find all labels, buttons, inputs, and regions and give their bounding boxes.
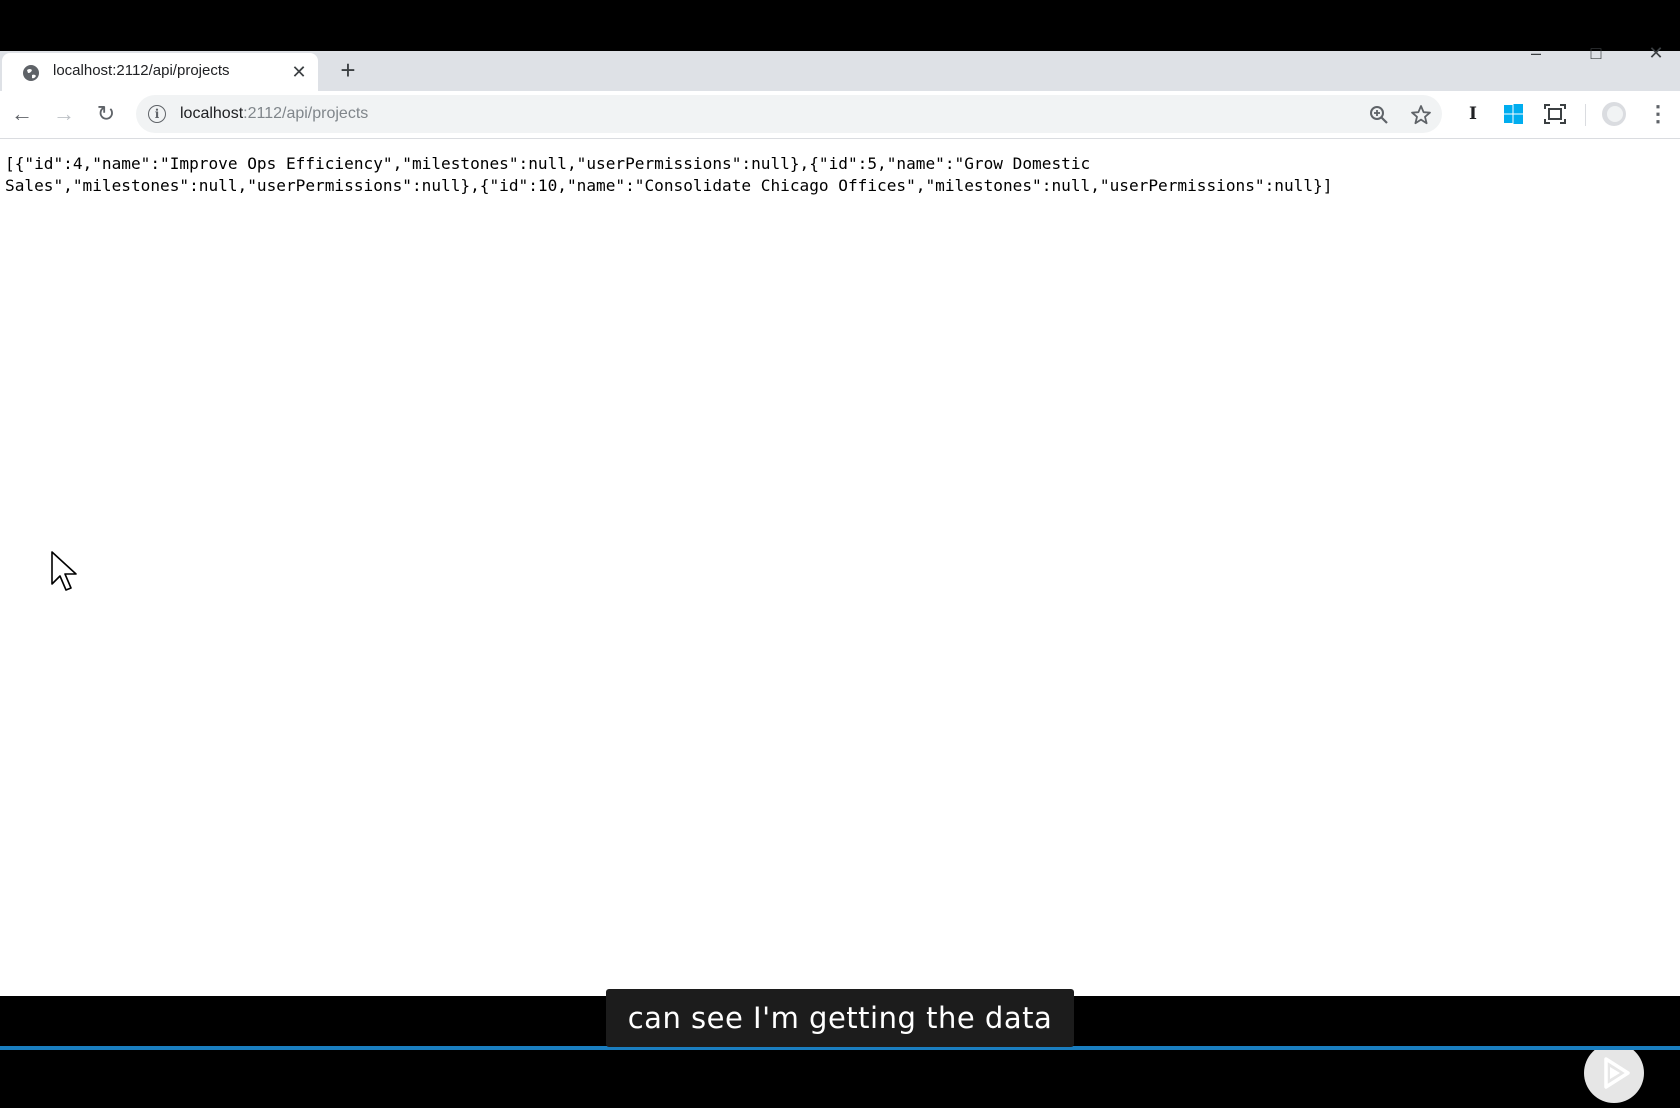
url-host: localhost (180, 105, 244, 122)
window-close-button[interactable]: ✕ (1638, 43, 1674, 63)
toolbar-separator (1585, 104, 1586, 126)
extension-i-icon[interactable]: I (1460, 101, 1486, 127)
video-play-button[interactable] (1584, 1043, 1644, 1103)
url-text[interactable]: localhost:2112/api/projects (180, 105, 368, 123)
page-viewport: [{"id":4,"name":"Improve Ops Efficiency"… (0, 139, 1680, 1103)
tab-close-icon[interactable]: ✕ (288, 61, 310, 83)
reload-button[interactable]: ↻ (91, 99, 121, 129)
forward-arrow-icon: → (53, 101, 75, 126)
tab-strip: localhost:2112/api/projects ✕ (0, 51, 1680, 91)
site-info-icon[interactable]: i (148, 105, 166, 123)
tab-active[interactable]: localhost:2112/api/projects ✕ (2, 53, 318, 91)
new-tab-button[interactable]: + (333, 55, 363, 85)
mouse-cursor-icon (51, 551, 77, 591)
zoom-icon[interactable] (1367, 103, 1391, 127)
minimize-button[interactable]: – (1518, 43, 1554, 63)
bookmark-star-icon[interactable] (1409, 103, 1433, 127)
windows-extension-icon[interactable] (1500, 101, 1526, 127)
subtitle-text: can see I'm getting the data (627, 1001, 1053, 1035)
maximize-button[interactable]: □ (1578, 43, 1614, 63)
screen-capture-icon[interactable] (1542, 101, 1568, 127)
menu-kebab-icon[interactable]: ⋮ (1645, 101, 1671, 127)
subtitle-box: can see I'm getting the data (606, 989, 1074, 1047)
json-response-text: [{"id":4,"name":"Improve Ops Efficiency"… (5, 154, 1333, 195)
back-arrow-icon: ← (11, 101, 33, 126)
forward-button[interactable]: → (49, 99, 79, 129)
video-top-bar (0, 0, 1680, 51)
play-icon (1604, 1057, 1630, 1089)
url-path: :2112/api/projects (243, 105, 369, 122)
globe-icon (23, 65, 39, 81)
reload-icon: ↻ (96, 101, 116, 126)
address-bar[interactable]: i localhost:2112/api/projects (136, 95, 1442, 133)
avatar[interactable] (1601, 101, 1627, 127)
tab-title: localhost:2112/api/projects (53, 62, 230, 79)
browser-toolbar: ← → ↻ i localhost:2112/api/projects I ⋮ (0, 91, 1680, 139)
back-button[interactable]: ← (7, 99, 37, 129)
